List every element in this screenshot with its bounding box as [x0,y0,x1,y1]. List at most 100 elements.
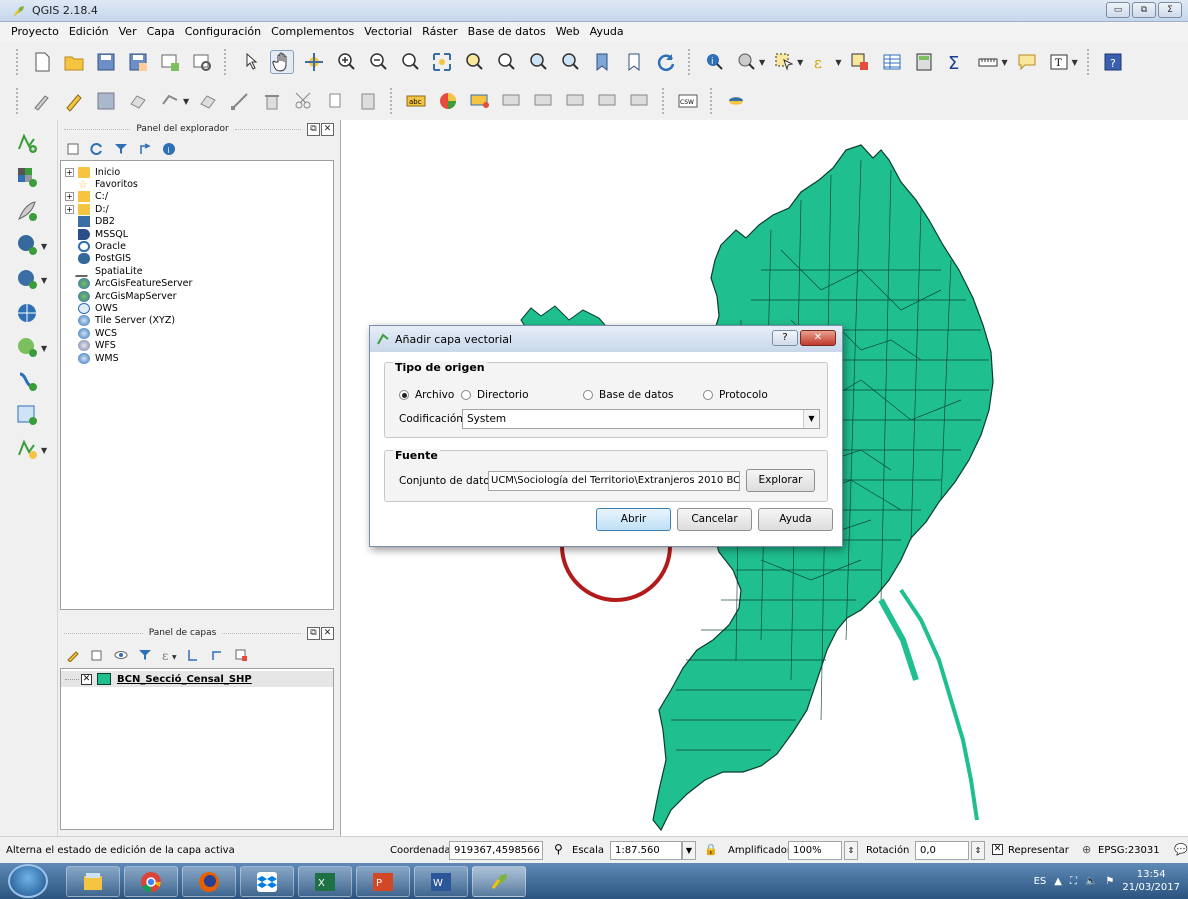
dialog-help-button[interactable]: ? [772,330,798,346]
run-feature-action-button[interactable] [734,50,758,74]
identify-features-button[interactable]: i [702,50,726,74]
close-panel-button[interactable]: ✕ [321,626,335,640]
chevron-down-icon[interactable]: ▼ [803,410,819,428]
tree-item-arcgisfeatureserver[interactable]: ArcGisFeatureServer [61,278,333,290]
map-tips-button[interactable] [1015,50,1039,74]
clock[interactable]: 13:54 21/03/2017 [1122,868,1180,894]
new-shapefile-layer-button[interactable] [14,436,40,462]
zoom-last-button[interactable] [526,50,550,74]
menu-capa[interactable]: Capa [142,22,180,42]
refresh-icon[interactable] [90,142,104,156]
network-icon[interactable]: ⛶ [1070,876,1077,887]
layer-labeling-button[interactable]: abc [404,89,428,113]
radio-base-de-datos[interactable]: Base de datos [583,389,673,401]
help-dialog-button[interactable]: Ayuda [758,508,833,531]
add-wfs-layer-button[interactable] [14,334,40,360]
dialog-close-button[interactable]: ✕ [800,330,836,346]
float-panel-button[interactable]: ⧉ [307,626,321,640]
spinner-icon[interactable]: ⇕ [844,841,858,860]
add-virtual-layer-button[interactable] [14,368,40,394]
tree-item-c-drive[interactable]: + C:/ [61,191,333,203]
tree-item-favoritos[interactable]: ☆ Favoritos [61,178,333,190]
add-wcs-layer-button[interactable] [14,402,40,428]
add-postgis-layer-button[interactable] [14,232,40,258]
visibility-eye-icon[interactable] [114,648,128,662]
spinner-icon[interactable]: ⇕ [971,841,985,860]
restore-button[interactable]: ⧉ [1132,2,1156,18]
new-project-button[interactable] [30,50,54,74]
info-icon[interactable]: i [162,142,176,156]
tree-item-wcs[interactable]: WCS [61,327,333,339]
change-label-button[interactable] [628,89,652,113]
move-label-button[interactable] [564,89,588,113]
chevron-down-icon[interactable]: ▼ [1072,58,1078,67]
save-as-button[interactable] [126,50,150,74]
chevron-down-icon[interactable]: ▼ [682,841,696,860]
crs-globe-icon[interactable]: ⊕ [1082,843,1091,856]
tree-item-mssql[interactable]: MSSQL [61,228,333,240]
expand-icon[interactable]: + [65,192,74,202]
add-feature-button[interactable] [126,89,150,113]
scale-field[interactable]: 1:87.560 [610,841,682,860]
save-project-button[interactable] [94,50,118,74]
show-hide-labels-button[interactable] [532,89,556,113]
menu-edicion[interactable]: Edición [64,22,114,42]
measure-line-button[interactable] [976,50,1000,74]
pan-map-button[interactable] [270,50,294,74]
menu-ayuda[interactable]: Ayuda [585,22,629,42]
pin-labels-button[interactable] [500,89,524,113]
tree-item-ows[interactable]: OWS [61,302,333,314]
chevron-down-icon[interactable]: ▼ [183,97,189,106]
start-button[interactable] [8,864,48,898]
pan-to-selection-button[interactable] [302,50,326,74]
language-indicator[interactable]: ES [1034,876,1047,887]
add-selected-layers-icon[interactable] [66,142,80,156]
radio-protocolo[interactable]: Protocolo [703,389,768,401]
taskbar-word[interactable]: W [414,866,468,897]
zoom-to-layer-button[interactable] [494,50,518,74]
float-panel-button[interactable]: ⧉ [307,122,320,136]
lock-icon[interactable]: 🔒 [704,843,718,856]
text-annotation-button[interactable]: T [1047,50,1071,74]
taskbar-qgis[interactable] [472,866,526,897]
menu-base-de-datos[interactable]: Base de datos [463,22,551,42]
style-brush-icon[interactable] [66,648,80,663]
help-button[interactable]: ? [1101,50,1125,74]
python-console-button[interactable] [724,89,748,113]
coord-field[interactable]: 919367,4598566 [449,841,543,860]
add-spatialite-layer-button[interactable] [14,266,40,292]
tree-item-spatialite[interactable]: SpatiaLite [61,265,333,277]
encoding-select[interactable]: System ▼ [462,409,820,429]
remove-layer-icon[interactable] [234,648,248,662]
filter-expression-icon[interactable]: ε ▼ [162,648,177,663]
browse-button[interactable]: Explorar [746,469,815,492]
magnifier-field[interactable]: 100% [788,841,842,860]
show-hidden-icons-icon[interactable]: ▲ [1054,876,1062,887]
add-feature-polygon-button[interactable] [158,89,182,113]
add-vector-layer-button[interactable] [14,130,40,156]
delete-selected-button[interactable] [260,89,284,113]
add-delimited-text-button[interactable]: CSW [676,89,700,113]
tree-item-d-drive[interactable]: + D:/ [61,203,333,215]
rotation-field[interactable]: 0,0 [915,841,969,860]
zoom-native-button[interactable] [398,50,422,74]
chevron-down-icon[interactable]: ▼ [41,276,47,285]
composer-manager-button[interactable] [190,50,214,74]
taskbar-excel[interactable]: X [298,866,352,897]
collapse-all-icon[interactable] [138,142,152,156]
filter-legend-icon[interactable] [138,648,152,662]
highlight-pinned-labels-button[interactable] [468,89,492,113]
touch-zoom-button[interactable] [238,50,262,74]
menu-ver[interactable]: Ver [114,22,142,42]
select-features-button[interactable] [772,50,796,74]
add-raster-layer-button[interactable] [14,164,40,190]
menu-vectorial[interactable]: Vectorial [359,22,417,42]
zoom-full-button[interactable] [430,50,454,74]
menu-raster[interactable]: Ráster [417,22,462,42]
layer-visibility-checkbox[interactable]: ✕ [81,673,92,685]
cancel-button[interactable]: Cancelar [677,508,752,531]
add-wms-layer-button[interactable] [14,300,40,326]
toggle-editing-button[interactable] [62,89,86,113]
chevron-down-icon[interactable]: ▼ [41,344,47,353]
volume-icon[interactable]: 🔈 [1085,876,1097,887]
